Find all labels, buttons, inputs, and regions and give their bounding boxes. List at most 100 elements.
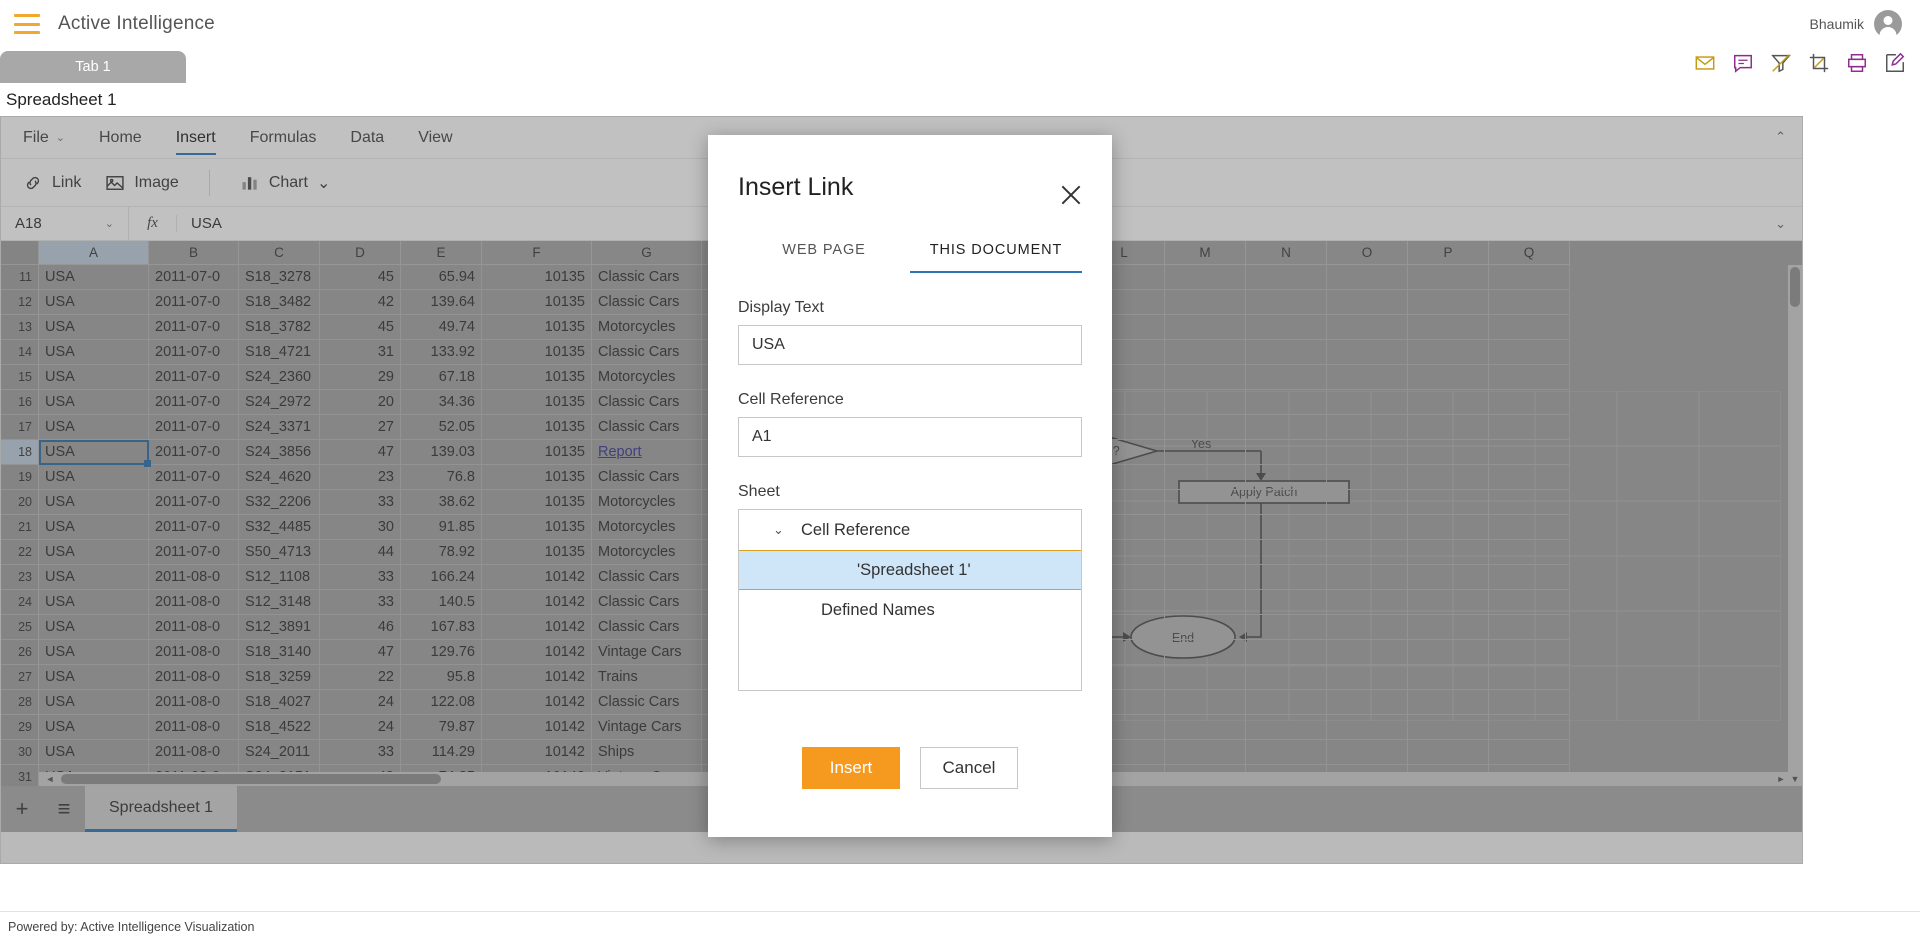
cell-A20[interactable]: USA: [39, 490, 149, 515]
cell-Q21[interactable]: [1489, 515, 1570, 540]
cell-E22[interactable]: 78.92: [401, 540, 482, 565]
chevron-down-icon[interactable]: ⌄: [773, 522, 784, 538]
cell-D18[interactable]: 47: [320, 440, 401, 465]
cell-B29[interactable]: 2011-08-0: [149, 715, 239, 740]
sheet-tab-spreadsheet-1[interactable]: Spreadsheet 1: [85, 786, 238, 832]
cell-P29[interactable]: [1408, 715, 1489, 740]
cell-P12[interactable]: [1408, 290, 1489, 315]
row-header-31[interactable]: 31: [1, 765, 39, 786]
row-header-29[interactable]: 29: [1, 715, 39, 740]
column-header-a[interactable]: A: [39, 241, 149, 265]
horizontal-scroll-thumb[interactable]: [61, 774, 441, 784]
cell-M25[interactable]: [1165, 615, 1246, 640]
column-header-q[interactable]: Q: [1489, 241, 1570, 265]
cell-G14[interactable]: Classic Cars: [592, 340, 702, 365]
cell-P26[interactable]: [1408, 640, 1489, 665]
cell-P17[interactable]: [1408, 415, 1489, 440]
add-sheet-button[interactable]: +: [1, 786, 43, 832]
ribbon-collapse-icon[interactable]: ⌃: [1775, 129, 1786, 145]
cell-D19[interactable]: 23: [320, 465, 401, 490]
cell-G15[interactable]: Motorcycles: [592, 365, 702, 390]
cell-Q30[interactable]: [1489, 740, 1570, 765]
cell-O23[interactable]: [1327, 565, 1408, 590]
cell-C22[interactable]: S50_4713: [239, 540, 320, 565]
cell-P16[interactable]: [1408, 390, 1489, 415]
cell-B22[interactable]: 2011-07-0: [149, 540, 239, 565]
tree-node-spreadsheet-1[interactable]: 'Spreadsheet 1': [739, 550, 1081, 590]
vertical-scrollbar[interactable]: ▲ ▼: [1788, 265, 1802, 786]
insert-image-button[interactable]: Image: [105, 173, 179, 193]
cell-G23[interactable]: Classic Cars: [592, 565, 702, 590]
ribbon-tab-file[interactable]: File ⌄: [23, 117, 65, 159]
cell-B14[interactable]: 2011-07-0: [149, 340, 239, 365]
cell-F14[interactable]: 10135: [482, 340, 592, 365]
cell-G18[interactable]: Report: [592, 440, 702, 465]
cell-Q14[interactable]: [1489, 340, 1570, 365]
cell-A22[interactable]: USA: [39, 540, 149, 565]
cell-E13[interactable]: 49.74: [401, 315, 482, 340]
cell-O27[interactable]: [1327, 665, 1408, 690]
cell-P22[interactable]: [1408, 540, 1489, 565]
cell-P25[interactable]: [1408, 615, 1489, 640]
cell-P18[interactable]: [1408, 440, 1489, 465]
cell-A12[interactable]: USA: [39, 290, 149, 315]
cell-Q16[interactable]: [1489, 390, 1570, 415]
column-header-f[interactable]: F: [482, 241, 592, 265]
cell-D26[interactable]: 47: [320, 640, 401, 665]
cell-P20[interactable]: [1408, 490, 1489, 515]
insert-link-button[interactable]: Link: [23, 173, 81, 193]
cell-M26[interactable]: [1165, 640, 1246, 665]
row-header-19[interactable]: 19: [1, 465, 39, 490]
column-header-p[interactable]: P: [1408, 241, 1489, 265]
cell-E29[interactable]: 79.87: [401, 715, 482, 740]
row-header-22[interactable]: 22: [1, 540, 39, 565]
cell-N19[interactable]: [1246, 465, 1327, 490]
cell-C23[interactable]: S12_1108: [239, 565, 320, 590]
cell-P11[interactable]: [1408, 265, 1489, 290]
row-header-24[interactable]: 24: [1, 590, 39, 615]
cell-O21[interactable]: [1327, 515, 1408, 540]
cell-F24[interactable]: 10142: [482, 590, 592, 615]
cell-N25[interactable]: [1246, 615, 1327, 640]
cell-O28[interactable]: [1327, 690, 1408, 715]
cell-P15[interactable]: [1408, 365, 1489, 390]
cell-N26[interactable]: [1246, 640, 1327, 665]
cell-G19[interactable]: Classic Cars: [592, 465, 702, 490]
cell-P24[interactable]: [1408, 590, 1489, 615]
cell-F20[interactable]: 10135: [482, 490, 592, 515]
tree-node-cell-reference[interactable]: ⌄ Cell Reference: [739, 510, 1081, 550]
cell-D11[interactable]: 45: [320, 265, 401, 290]
cell-E26[interactable]: 129.76: [401, 640, 482, 665]
cell-N23[interactable]: [1246, 565, 1327, 590]
comment-icon[interactable]: [1732, 52, 1754, 74]
cell-E25[interactable]: 167.83: [401, 615, 482, 640]
column-header-g[interactable]: G: [592, 241, 702, 265]
cell-F18[interactable]: 10135: [482, 440, 592, 465]
cell-E14[interactable]: 133.92: [401, 340, 482, 365]
cell-F30[interactable]: 10142: [482, 740, 592, 765]
row-header-18[interactable]: 18: [1, 440, 39, 465]
cell-Q25[interactable]: [1489, 615, 1570, 640]
cell-D24[interactable]: 33: [320, 590, 401, 615]
cell-O13[interactable]: [1327, 315, 1408, 340]
cell-A29[interactable]: USA: [39, 715, 149, 740]
cell-C24[interactable]: S12_3148: [239, 590, 320, 615]
cell-D30[interactable]: 33: [320, 740, 401, 765]
row-header-13[interactable]: 13: [1, 315, 39, 340]
cell-C30[interactable]: S24_2011: [239, 740, 320, 765]
cell-F29[interactable]: 10142: [482, 715, 592, 740]
cell-N14[interactable]: [1246, 340, 1327, 365]
cell-O18[interactable]: [1327, 440, 1408, 465]
cell-E16[interactable]: 34.36: [401, 390, 482, 415]
cell-Q13[interactable]: [1489, 315, 1570, 340]
cell-B19[interactable]: 2011-07-0: [149, 465, 239, 490]
cell-N29[interactable]: [1246, 715, 1327, 740]
cell-N17[interactable]: [1246, 415, 1327, 440]
cell-C14[interactable]: S18_4721: [239, 340, 320, 365]
row-header-16[interactable]: 16: [1, 390, 39, 415]
cell-P30[interactable]: [1408, 740, 1489, 765]
cell-M23[interactable]: [1165, 565, 1246, 590]
cell-Q15[interactable]: [1489, 365, 1570, 390]
sheet-tree-list[interactable]: ⌄ Cell Reference 'Spreadsheet 1' Defined…: [738, 509, 1082, 691]
cell-N20[interactable]: [1246, 490, 1327, 515]
